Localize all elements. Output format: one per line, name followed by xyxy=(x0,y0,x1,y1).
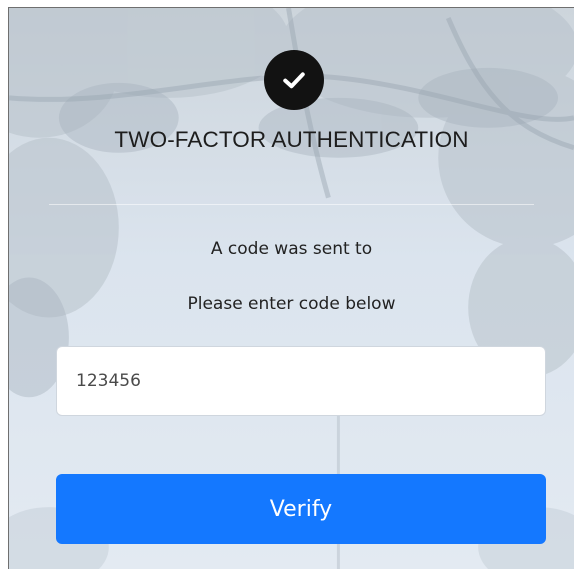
checkmark-icon xyxy=(283,72,305,89)
verify-button[interactable]: Verify xyxy=(56,474,546,544)
enter-code-instruction: Please enter code below xyxy=(187,294,396,314)
auth-card: TWO-FACTOR AUTHENTICATION A code was sen… xyxy=(8,7,574,569)
page-title: TWO-FACTOR AUTHENTICATION xyxy=(114,127,469,152)
card-content: TWO-FACTOR AUTHENTICATION A code was sen… xyxy=(9,8,574,569)
code-input[interactable] xyxy=(56,346,546,416)
check-circle-icon xyxy=(264,50,324,110)
code-sent-message: A code was sent to xyxy=(210,239,373,259)
divider xyxy=(49,204,534,205)
